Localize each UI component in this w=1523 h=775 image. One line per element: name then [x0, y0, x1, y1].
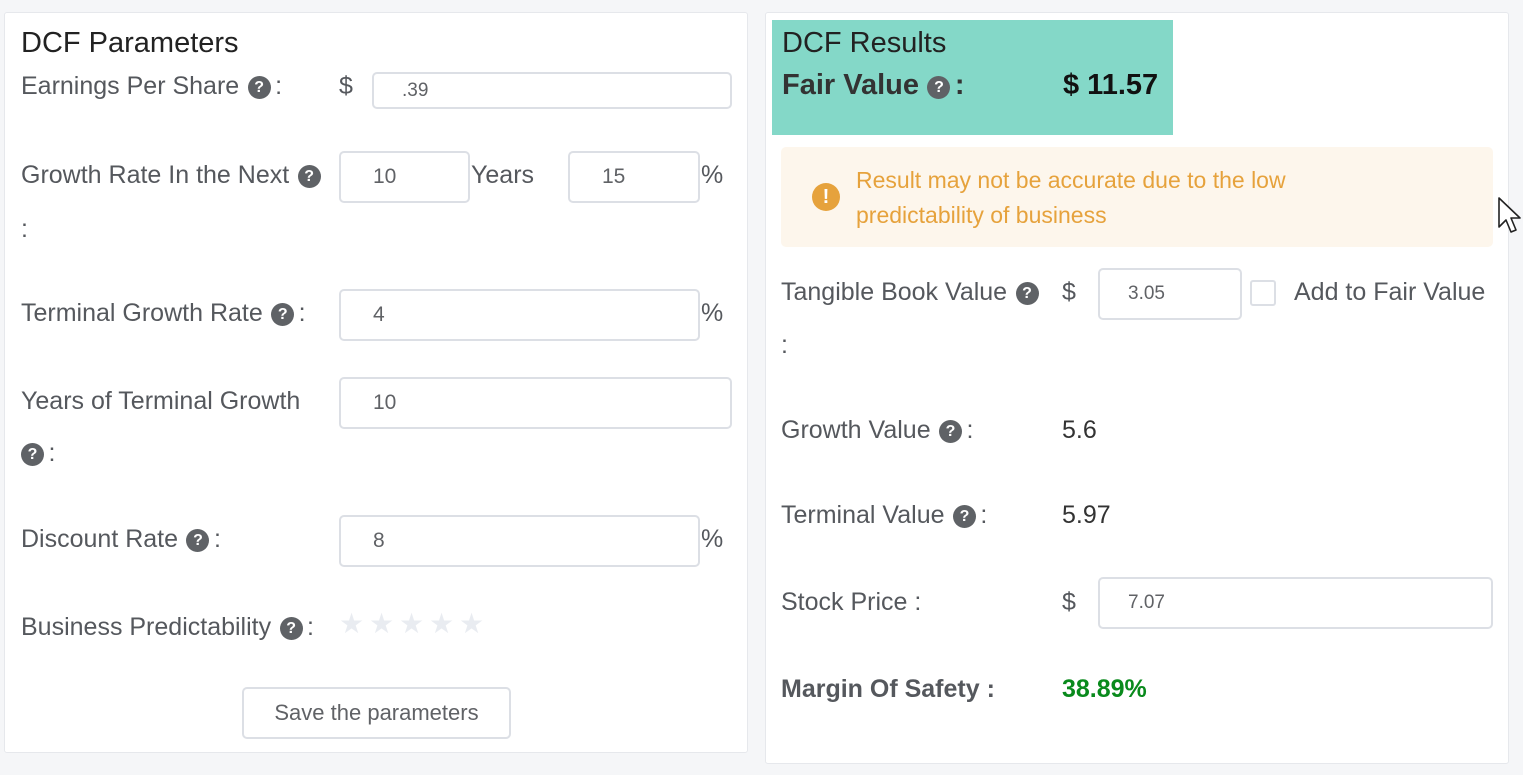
colon: : [275, 72, 283, 100]
help-icon[interactable]: ? [927, 76, 951, 99]
mouse-cursor-icon [1498, 197, 1521, 233]
eps-label: Earnings Per Share [21, 72, 240, 100]
results-title: DCF Results [782, 27, 947, 59]
stock-price-label: Stock Price : [781, 588, 922, 616]
growth-value: 5.6 [1062, 416, 1097, 444]
fair-value-label: Fair Value [782, 69, 920, 101]
terminal-growth-label-group: Terminal Growth Rate ? : [21, 299, 306, 328]
dcf-results-panel: DCF Results Fair Value ? : $ 11.57 ! Res… [765, 12, 1509, 764]
help-icon[interactable]: ? [279, 617, 303, 640]
colon: : [307, 613, 314, 641]
terminal-growth-label: Terminal Growth Rate [21, 299, 263, 327]
fair-value-amount: $ 11.57 [1063, 69, 1159, 101]
stock-price-input[interactable] [1098, 577, 1493, 629]
colon: : [980, 501, 988, 529]
stock-price-currency: $ [1062, 588, 1076, 616]
margin-of-safety-label: Margin Of Safety : [781, 675, 995, 703]
tangible-book-label-group: Tangible Book Value ? [781, 278, 1039, 307]
growth-value-label: Growth Value [781, 416, 931, 444]
eps-label-group: Earnings Per Share ? : [21, 72, 282, 101]
help-icon[interactable]: ? [271, 303, 295, 326]
star-icon[interactable]: ★ [429, 607, 454, 640]
help-icon[interactable]: ? [247, 76, 271, 99]
growth-rate-unit: % [701, 161, 724, 189]
help-icon[interactable]: ? [297, 165, 321, 188]
growth-label-group: Growth Rate In the Next ? [21, 161, 321, 190]
colon: : [21, 215, 28, 243]
eps-input[interactable] [372, 72, 732, 109]
terminal-growth-input[interactable] [339, 289, 700, 341]
predictability-label: Business Predictability [21, 613, 272, 641]
star-icon[interactable]: ★ [459, 607, 484, 640]
margin-of-safety-value: 38.89% [1062, 675, 1147, 703]
colon: : [954, 69, 965, 101]
terminal-years-label: Years of Terminal Growth [21, 387, 301, 415]
growth-label: Growth Rate In the Next [21, 161, 290, 189]
save-parameters-button[interactable]: Save the parameters [242, 687, 511, 739]
add-to-fair-value-checkbox[interactable] [1250, 280, 1276, 306]
terminal-value-label-group: Terminal Value ? : [781, 501, 987, 530]
tangible-book-label: Tangible Book Value [781, 278, 1008, 306]
dcf-parameters-panel: DCF Parameters Earnings Per Share ? : $ … [4, 12, 748, 753]
growth-value-label-group: Growth Value ? : [781, 416, 973, 445]
discount-label: Discount Rate [21, 525, 179, 553]
warning-alert: ! Result may not be accurate due to the … [781, 147, 1493, 247]
growth-rate-input[interactable] [568, 151, 700, 203]
help-icon[interactable]: ? [21, 443, 44, 466]
tangible-book-input[interactable] [1098, 268, 1242, 320]
eps-currency: $ [339, 72, 353, 100]
colon: : [48, 439, 56, 467]
discount-input[interactable] [339, 515, 700, 567]
fair-value-box: DCF Results Fair Value ? : $ 11.57 [772, 20, 1173, 135]
add-to-fair-value-label[interactable]: Add to Fair Value [1294, 278, 1485, 307]
warning-text: Result may not be accurate due to the lo… [856, 167, 1286, 228]
parameters-title: DCF Parameters [21, 27, 239, 59]
growth-years-input[interactable] [339, 151, 470, 203]
discount-label-group: Discount Rate ? : [21, 525, 221, 554]
fair-value-label-group: Fair Value ? : [782, 69, 965, 102]
terminal-years-help-group: ? : [17, 439, 55, 468]
colon: : [966, 416, 974, 444]
help-icon[interactable]: ? [186, 529, 210, 552]
help-icon[interactable]: ? [1015, 282, 1039, 305]
star-icon[interactable]: ★ [399, 607, 424, 640]
help-icon[interactable]: ? [939, 420, 963, 443]
colon: : [213, 525, 221, 553]
predictability-label-group: Business Predictability ? : [21, 613, 314, 642]
tangible-book-currency: $ [1062, 278, 1076, 306]
star-icon[interactable]: ★ [339, 607, 364, 640]
colon: : [781, 331, 788, 359]
warning-icon: ! [812, 183, 840, 211]
growth-years-unit: Years [471, 161, 535, 189]
terminal-value-label: Terminal Value [781, 501, 945, 529]
terminal-years-input[interactable] [339, 377, 732, 429]
colon: : [298, 299, 306, 327]
terminal-growth-unit: % [701, 299, 724, 327]
terminal-value: 5.97 [1062, 501, 1111, 529]
help-icon[interactable]: ? [952, 505, 976, 528]
discount-unit: % [701, 525, 724, 553]
star-icon[interactable]: ★ [369, 607, 394, 640]
